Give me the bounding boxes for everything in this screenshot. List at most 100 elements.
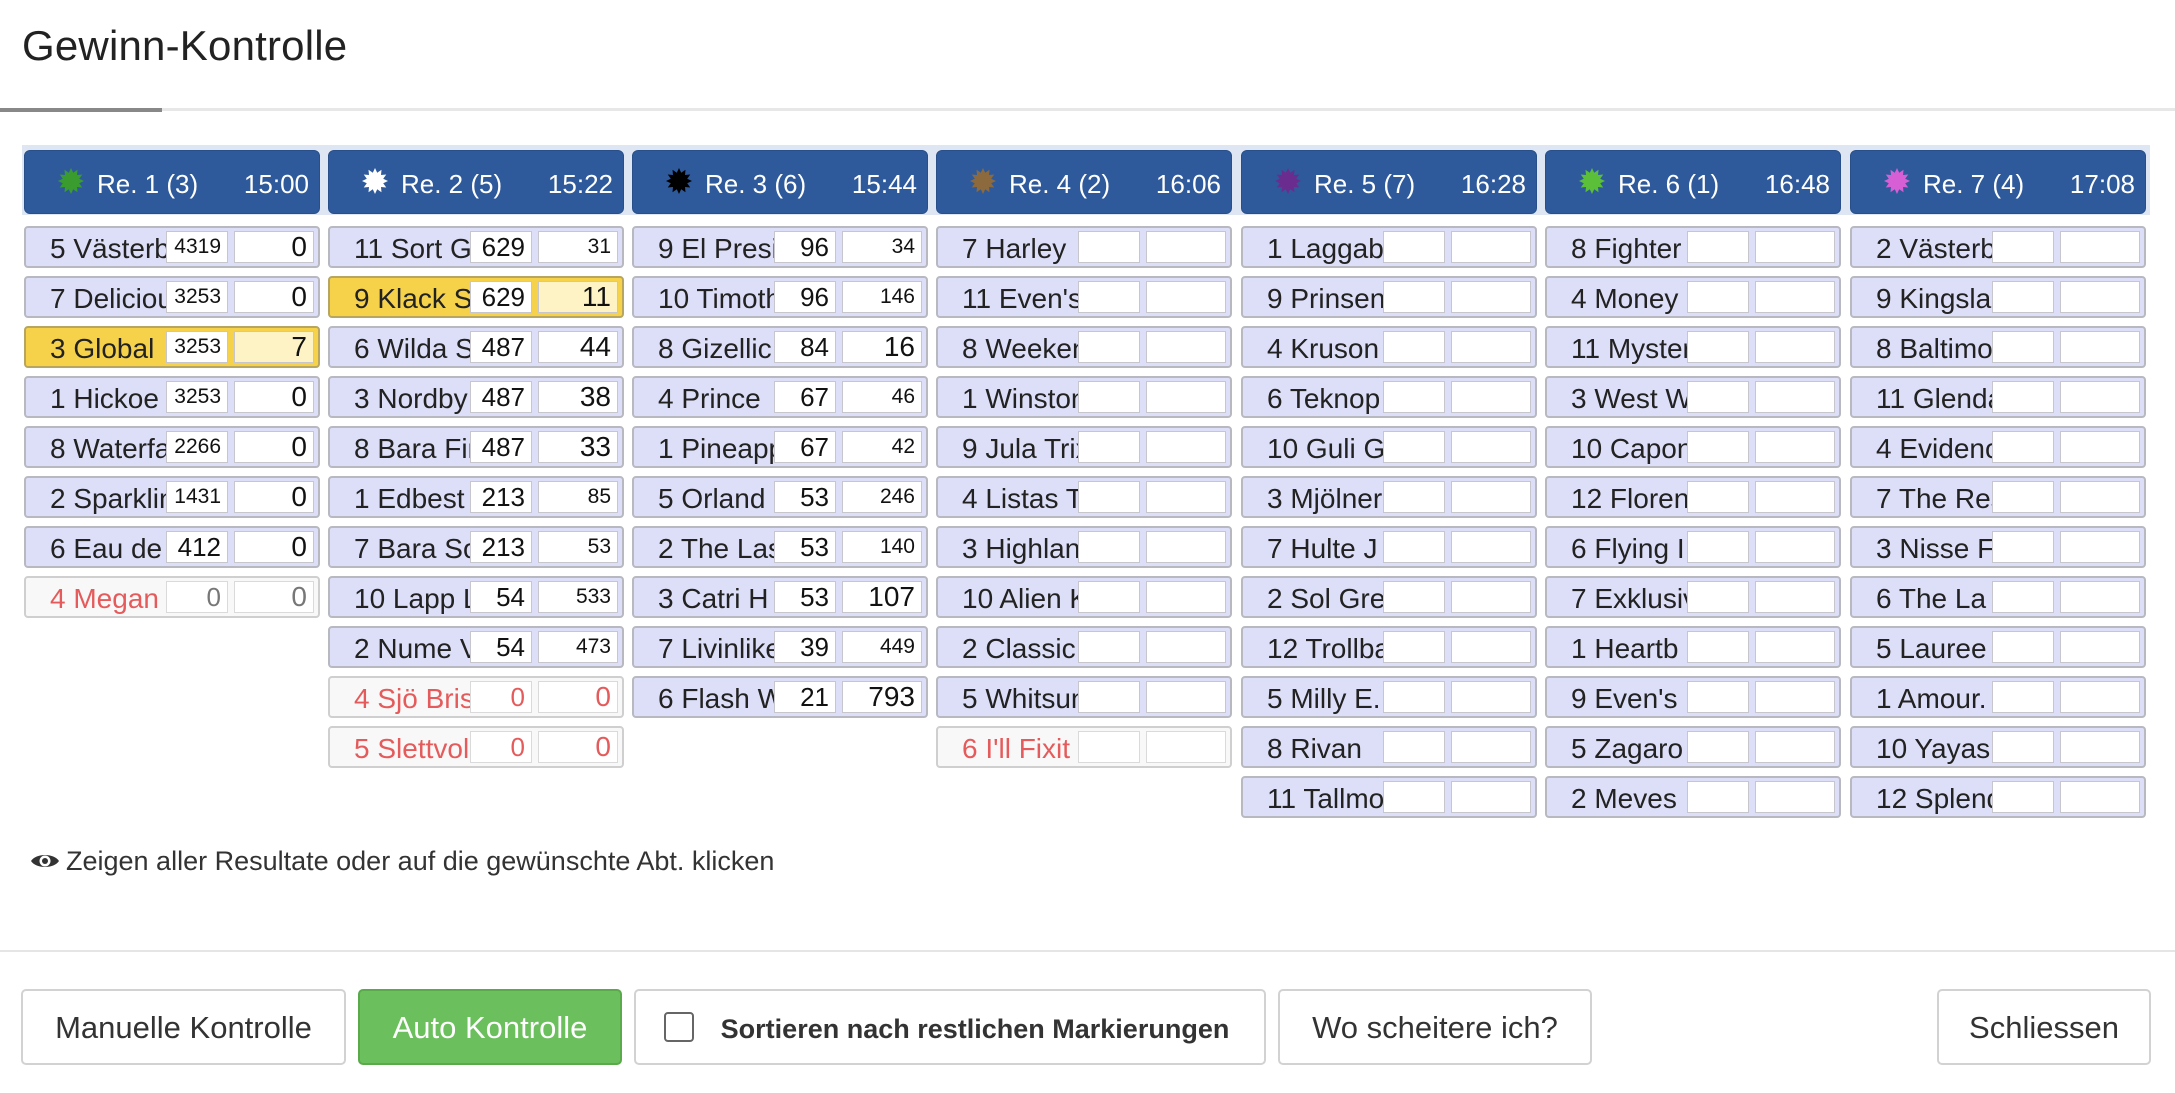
horse-row[interactable]: 7 Exklusiv xyxy=(1545,576,1841,618)
race-header[interactable]: Re. 2 (5) 15:22 xyxy=(328,150,624,214)
horse-row[interactable]: 5 Zagaro xyxy=(1545,726,1841,768)
sort-remaining-toggle[interactable]: Sortieren nach restlichen Markierungen xyxy=(634,989,1266,1065)
horse-row[interactable]: 8 Waterfall22660 xyxy=(24,426,320,468)
horse-row[interactable]: 2 The Last53140 xyxy=(632,526,928,568)
horse-row[interactable]: 6 Flying I xyxy=(1545,526,1841,568)
horse-row[interactable]: 1 Heartb xyxy=(1545,626,1841,668)
race-header[interactable]: Re. 6 (1) 16:48 xyxy=(1545,150,1841,214)
horse-name: 6 The La xyxy=(1876,583,1987,614)
race-header[interactable]: Re. 4 (2) 16:06 xyxy=(936,150,1232,214)
horse-row[interactable]: 7 Delicious32530 xyxy=(24,276,320,318)
horse-row[interactable]: 2 Sol Gre xyxy=(1241,576,1537,618)
horse-row[interactable]: 10 Guli Gr xyxy=(1241,426,1537,468)
horse-row[interactable]: 8 Rivan xyxy=(1241,726,1537,768)
horse-row[interactable]: 1 Amour. xyxy=(1850,676,2146,718)
horse-result xyxy=(2060,631,2140,663)
horse-row[interactable]: 4 Listas T xyxy=(936,476,1232,518)
horse-row[interactable]: 4 Megan 0 0 xyxy=(24,576,320,618)
horse-row[interactable]: 4 Money xyxy=(1545,276,1841,318)
horse-row[interactable]: 2 Västerby xyxy=(1850,226,2146,268)
horse-row[interactable]: 10 Alien K xyxy=(936,576,1232,618)
horse-row[interactable]: 6 Wilda Sol48744 xyxy=(328,326,624,368)
horse-row[interactable]: 8 Fighter xyxy=(1545,226,1841,268)
horse-row[interactable]: 9 El Presidente9634 xyxy=(632,226,928,268)
horse-row[interactable]: 4 Kruson xyxy=(1241,326,1537,368)
horse-row[interactable]: 9 Klack Stjärna62911 xyxy=(328,276,624,318)
horse-row[interactable]: 3 Mjölner xyxy=(1241,476,1537,518)
horse-row[interactable]: 11 Tallmor xyxy=(1241,776,1537,818)
horse-row[interactable]: 10 Yayas I xyxy=(1850,726,2146,768)
where-fail-button[interactable]: Wo scheitere ich? xyxy=(1278,989,1592,1065)
horse-count xyxy=(1992,681,2054,713)
horse-row[interactable]: 8 Bara Fin48733 xyxy=(328,426,624,468)
sort-remaining-checkbox[interactable] xyxy=(664,1012,694,1042)
horse-row[interactable]: 3 Highland xyxy=(936,526,1232,568)
horse-row[interactable]: 3 Global 3253 7 xyxy=(24,326,320,368)
race-label: Re. 1 (3) xyxy=(97,169,199,199)
horse-row[interactable]: 12 Florence xyxy=(1545,476,1841,518)
horse-row[interactable]: 12 Trollbac xyxy=(1241,626,1537,668)
horse-name: 4 Listas T xyxy=(962,483,1078,514)
auto-check-button[interactable]: Auto Kontrolle xyxy=(358,989,622,1065)
horse-row[interactable]: 5 Whitsun xyxy=(936,676,1232,718)
race-header[interactable]: Re. 5 (7) 16:28 xyxy=(1241,150,1537,214)
horse-count xyxy=(1383,781,1445,813)
horse-row[interactable]: 4 Prince 67 46 xyxy=(632,376,928,418)
horse-row[interactable]: 10 Timothy96146 xyxy=(632,276,928,318)
race-header[interactable]: Re. 3 (6) 15:44 xyxy=(632,150,928,214)
horse-row[interactable]: 11 Glendale xyxy=(1850,376,2146,418)
horse-row[interactable]: 5 Slettvold00 xyxy=(328,726,624,768)
horse-row[interactable]: 3 Nisse F xyxy=(1850,526,2146,568)
horse-row[interactable]: 10 Lapp Lisa54533 xyxy=(328,576,624,618)
horse-row[interactable]: 1 Hickoe 3253 0 xyxy=(24,376,320,418)
horse-row[interactable]: 3 Nordby 487 38 xyxy=(328,376,624,418)
horse-row[interactable]: 9 Kingsland xyxy=(1850,276,2146,318)
manual-check-button[interactable]: Manuelle Kontrolle xyxy=(21,989,346,1065)
horse-row[interactable]: 1 Pineapple6742 xyxy=(632,426,928,468)
race-column: Re. 5 (7) 16:28 1 Laggab 9 Prinsen 4 Kruson 6… xyxy=(1241,150,1537,818)
horse-row[interactable]: 5 Orland 53 246 xyxy=(632,476,928,518)
horse-row[interactable]: 6 Teknop xyxy=(1241,376,1537,418)
horse-row[interactable]: 9 Jula Trix xyxy=(936,426,1232,468)
horse-row[interactable]: 11 Sort Gull62931 xyxy=(328,226,624,268)
horse-row[interactable]: 7 Hulte J xyxy=(1241,526,1537,568)
horse-row[interactable]: 2 Classic xyxy=(936,626,1232,668)
horse-row[interactable]: 2 Sparkling14310 xyxy=(24,476,320,518)
race-time: 16:06 xyxy=(1155,169,1221,199)
horse-row[interactable]: 9 Even's xyxy=(1545,676,1841,718)
horse-row[interactable]: 8 Weekend xyxy=(936,326,1232,368)
horse-row[interactable]: 8 Baltimore xyxy=(1850,326,2146,368)
horse-row[interactable]: 5 Lauree xyxy=(1850,626,2146,668)
horse-row[interactable]: 4 Evidence xyxy=(1850,426,2146,468)
horse-row[interactable]: 1 Edbest 213 85 xyxy=(328,476,624,518)
horse-row[interactable]: 8 Gizellic 84 16 xyxy=(632,326,928,368)
horse-row[interactable]: 5 Västerby43190 xyxy=(24,226,320,268)
horse-row[interactable]: 5 Milly E. xyxy=(1241,676,1537,718)
horse-row[interactable]: 6 The La xyxy=(1850,576,2146,618)
horse-row[interactable]: 2 Nume Vit54473 xyxy=(328,626,624,668)
race-header[interactable]: Re. 7 (4) 17:08 xyxy=(1850,150,2146,214)
horse-row[interactable]: 10 Capone xyxy=(1545,426,1841,468)
horse-result xyxy=(1755,331,1835,363)
race-header[interactable]: Re. 1 (3) 15:00 xyxy=(24,150,320,214)
horse-name: 11 Glendale xyxy=(1876,383,1992,414)
horse-row[interactable]: 7 Livinlike 39 449 xyxy=(632,626,928,668)
horse-row[interactable]: 3 West W xyxy=(1545,376,1841,418)
horse-row[interactable]: 1 Winston xyxy=(936,376,1232,418)
horse-row[interactable]: 7 The Rest xyxy=(1850,476,2146,518)
horse-row[interactable]: 6 Flash W 21 793 xyxy=(632,676,928,718)
horse-count xyxy=(1687,781,1749,813)
horse-row[interactable]: 11 Mystery xyxy=(1545,326,1841,368)
horse-row[interactable]: 11 Even's xyxy=(936,276,1232,318)
horse-row[interactable]: 12 Splendid xyxy=(1850,776,2146,818)
horse-row[interactable]: 1 Laggab xyxy=(1241,226,1537,268)
horse-row[interactable]: 2 Meves xyxy=(1545,776,1841,818)
close-button[interactable]: Schliessen xyxy=(1937,989,2151,1065)
horse-row[interactable]: 7 Bara Sol21353 xyxy=(328,526,624,568)
horse-row[interactable]: 6 Eau de 412 0 xyxy=(24,526,320,568)
horse-row[interactable]: 6 I'll Fixit xyxy=(936,726,1232,768)
horse-row[interactable]: 4 Sjö Bris 0 0 xyxy=(328,676,624,718)
horse-row[interactable]: 7 Harley xyxy=(936,226,1232,268)
horse-row[interactable]: 9 Prinsen xyxy=(1241,276,1537,318)
horse-row[interactable]: 3 Catri H 53 107 xyxy=(632,576,928,618)
